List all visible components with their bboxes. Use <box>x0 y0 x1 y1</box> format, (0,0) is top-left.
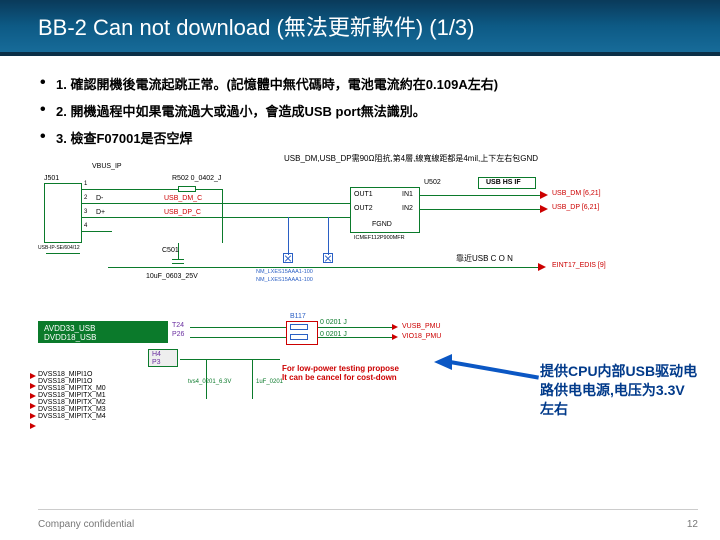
slide-header: BB-2 Can not download (無法更新軟件) (1/3) <box>0 0 720 56</box>
conn-ref: J501 <box>44 175 59 182</box>
vbus-label: VBUS_IP <box>92 163 122 170</box>
near-usb: 靠近USB C O N <box>456 253 513 264</box>
footer: Company confidential 12 <box>38 519 698 530</box>
footer-divider <box>38 509 698 510</box>
cap-val: 10uF_0603_25V <box>146 273 198 280</box>
callout-text: 提供CPU内部USB驱动电路供电电源,电压为3.3V左右 <box>540 362 698 419</box>
nc1-label: NM_LXES15AAA1-100 <box>256 269 313 275</box>
bullet-item: 1. 確認開機後電流起跳正常。(記憶體中無代碼時，電池電流約在0.109A左右) <box>38 74 682 93</box>
r-b117 <box>290 324 308 330</box>
dvss-list: DVSS18_MIPI1O DVSS18_MIPI1O DVSS18_MIPIT… <box>38 371 146 420</box>
cap-ref: C501 <box>162 247 179 254</box>
page-number: 12 <box>687 519 698 530</box>
usb-dm: USB_DM [6,21] <box>552 190 601 197</box>
schem-note: USB_DM,USB_DP需90Ω阻抗,第4層,線寬線距都是4mil,上下左右包… <box>284 153 538 164</box>
bullet-list: 1. 確認開機後電流起跳正常。(記憶體中無代碼時，電池電流約在0.109A左右)… <box>38 74 682 147</box>
ic-part: ICMEF112P900MFR <box>354 235 405 241</box>
schematic-bottom: AVDD33_USB DVDD18_USB T24 P26 H4 P3 DVSS… <box>38 321 518 451</box>
footer-left: Company confidential <box>38 519 134 530</box>
connector-box <box>44 183 82 243</box>
pin-d-: D- <box>96 195 103 202</box>
usb-dm-c: USB_DM_C <box>164 195 202 202</box>
nc-box-1 <box>283 253 293 263</box>
bullet-item: 3. 檢查F07001是否空焊 <box>38 128 682 147</box>
conn-part: USB-IP-SE/604/12 <box>38 245 80 251</box>
pin-d+: D+ <box>96 209 105 216</box>
schematic-top: USB_DM,USB_DP需90Ω阻抗,第4層,線寬線距都是4mil,上下左右包… <box>38 157 598 299</box>
dvdd18: DVDD18_USB <box>44 333 96 342</box>
usb-dp-c: USB_DP_C <box>164 209 201 216</box>
vio18-pmu: VIO18_PMU <box>402 333 441 340</box>
nc-box-2 <box>323 253 333 263</box>
nc2-label: NM_LXES15AAA1-100 <box>256 277 313 283</box>
note-box: For low-power testing propose It can be … <box>282 365 452 383</box>
usbhs-label: USB HS IF <box>486 179 521 186</box>
slide-title: BB-2 Can not download (無法更新軟件) (1/3) <box>38 10 475 42</box>
r502 <box>178 186 196 192</box>
ic-ref: U502 <box>424 179 441 186</box>
vusb-pmu: VUSB_PMU <box>402 323 441 330</box>
eint-label: EINT17_EDIS [9] <box>552 262 606 269</box>
r502-ref: R502 0_0402_J <box>172 175 221 182</box>
avdd33: AVDD33_USB <box>44 324 95 333</box>
r-b118 <box>290 334 308 340</box>
usb-dp: USB_DP [6,21] <box>552 204 599 211</box>
bullet-item: 2. 開機過程中如果電流過大或過小，會造成USB port無法識別。 <box>38 101 682 120</box>
